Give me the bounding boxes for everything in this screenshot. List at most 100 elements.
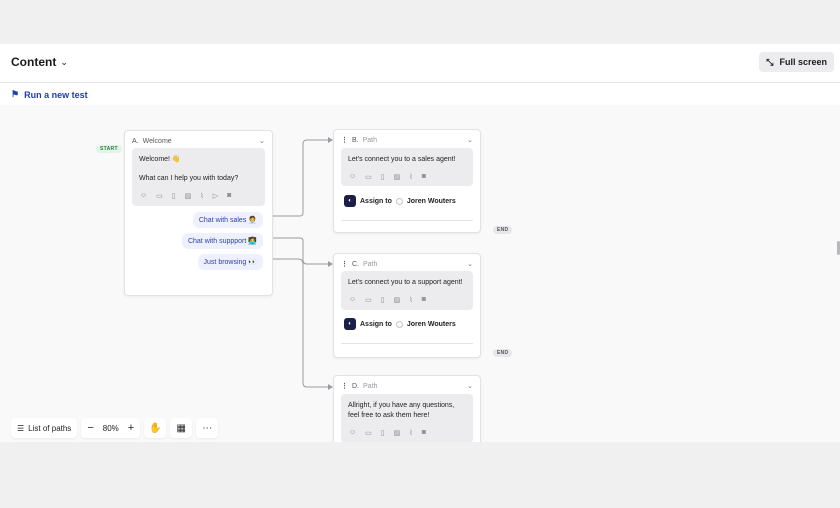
reply-chat-sales[interactable]: Chat with sales 🧑‍💼 bbox=[192, 212, 263, 228]
zoom-in-button[interactable]: + bbox=[128, 422, 134, 434]
assignee-name: Joren Wouters bbox=[406, 320, 456, 328]
assign-action-c[interactable]: ◐ Assign to Joren Wouters bbox=[344, 318, 456, 330]
path-card-d[interactable]: ⋮ D. Path ⌄ Allright, if you have any qu… bbox=[333, 375, 481, 442]
path-c-message[interactable]: Let's connect you to a support agent! bbox=[341, 271, 473, 310]
end-badge-c: END bbox=[493, 349, 513, 357]
top-strip bbox=[0, 0, 840, 44]
minimap-button[interactable]: ▦ bbox=[170, 418, 193, 438]
camera-icon[interactable]: ◙ bbox=[422, 296, 426, 304]
run-new-test-link[interactable]: ⚑ Run a new test bbox=[11, 89, 88, 100]
emoji-icon[interactable]: ☺ bbox=[349, 296, 356, 304]
more-icon: ⋯ bbox=[202, 422, 213, 434]
card-letter: C. bbox=[352, 260, 359, 268]
header: Content ⌄ ⤡ Full screen bbox=[0, 44, 840, 83]
zoom-control: − 80% + bbox=[81, 418, 141, 438]
card-name: Welcome bbox=[142, 137, 172, 145]
flag-icon: ⚑ bbox=[11, 89, 20, 99]
list-icon: ☰ bbox=[17, 423, 25, 433]
assign-label: Assign to bbox=[360, 197, 392, 205]
camera-icon[interactable]: ◙ bbox=[422, 429, 426, 437]
grid-icon: ▦ bbox=[176, 422, 186, 434]
more-options-button[interactable]: ⋯ bbox=[196, 418, 219, 438]
attachment-icon[interactable]: ⌇ bbox=[200, 192, 203, 200]
welcome-card[interactable]: A. Welcome ⌄ Welcome! 👋 What can I help … bbox=[124, 130, 273, 296]
list-of-paths-button[interactable]: ☰ List of paths bbox=[11, 418, 78, 438]
path-card-c[interactable]: ⋮ C. Path ⌄ Let's connect you to a suppo… bbox=[333, 253, 481, 358]
gif-icon[interactable]: ▭ bbox=[156, 192, 163, 200]
connector-support bbox=[272, 237, 328, 265]
card-name: Path bbox=[363, 382, 378, 390]
card-divider bbox=[341, 343, 473, 344]
avatar bbox=[395, 320, 403, 328]
connector-browsing bbox=[272, 258, 328, 388]
drag-handle-icon[interactable]: ⋮ bbox=[341, 260, 348, 268]
collapse-arrows-icon: ⤡ bbox=[766, 56, 774, 67]
emoji-icon[interactable]: ☺ bbox=[349, 173, 356, 181]
gif-icon[interactable]: ▭ bbox=[365, 429, 372, 437]
video-icon[interactable]: ▷ bbox=[213, 192, 218, 200]
emoji-icon[interactable]: ☺ bbox=[140, 192, 147, 200]
assign-app-icon: ◐ bbox=[344, 318, 356, 330]
card-letter: D. bbox=[352, 382, 359, 390]
emoji-icon[interactable]: ☺ bbox=[349, 429, 356, 437]
start-badge: START bbox=[96, 145, 122, 153]
path-card-b[interactable]: ⋮ B. Path ⌄ Let's connect you to a sales… bbox=[333, 129, 481, 233]
subbar: ⚑ Run a new test bbox=[0, 83, 840, 105]
message-line: Welcome! 👋 bbox=[139, 156, 181, 163]
pan-hand-button[interactable]: ✋ bbox=[144, 418, 167, 438]
gif-icon[interactable]: ▭ bbox=[365, 173, 372, 181]
attachment-icon[interactable]: ⌇ bbox=[409, 429, 412, 437]
assignee-name: Joren Wouters bbox=[406, 197, 456, 205]
welcome-card-header: A. Welcome ⌄ bbox=[132, 137, 265, 146]
article-icon[interactable]: ▯ bbox=[381, 173, 385, 181]
article-icon[interactable]: ▯ bbox=[172, 192, 176, 200]
flow-canvas[interactable]: START A. Welcome ⌄ Welcome! 👋 What can I… bbox=[0, 105, 840, 442]
card-name: Path bbox=[363, 260, 378, 268]
drag-handle-icon[interactable]: ⋮ bbox=[341, 382, 348, 390]
card-letter: A. bbox=[132, 137, 139, 145]
camera-icon[interactable]: ◙ bbox=[422, 173, 426, 181]
article-icon[interactable]: ▯ bbox=[381, 429, 385, 437]
content-dropdown[interactable]: Content ⌄ bbox=[11, 55, 68, 69]
message-tools: ☺ ▭ ▯ ▨ ⌇ ◙ bbox=[349, 296, 426, 304]
run-new-test-label: Run a new test bbox=[24, 89, 88, 100]
end-badge-b: END bbox=[493, 226, 513, 234]
hand-icon: ✋ bbox=[148, 422, 162, 434]
bottom-strip bbox=[0, 442, 840, 508]
chevron-down-icon[interactable]: ⌄ bbox=[467, 382, 473, 390]
image-icon[interactable]: ▨ bbox=[185, 192, 192, 200]
avatar bbox=[395, 197, 403, 205]
path-card-b-header: ⋮ B. Path ⌄ bbox=[341, 136, 473, 145]
path-card-d-header: ⋮ D. Path ⌄ bbox=[341, 382, 473, 391]
zoom-out-button[interactable]: − bbox=[87, 422, 93, 434]
message-tools: ☺ ▭ ▯ ▨ ⌇ ◙ bbox=[349, 429, 426, 437]
image-icon[interactable]: ▨ bbox=[394, 429, 401, 437]
attachment-icon[interactable]: ⌇ bbox=[409, 296, 412, 304]
chevron-down-icon[interactable]: ⌄ bbox=[259, 137, 265, 145]
drag-handle-icon[interactable]: ⋮ bbox=[341, 136, 348, 144]
message-line: What can I help you with today? bbox=[139, 174, 239, 182]
chevron-down-icon: ⌄ bbox=[60, 56, 68, 67]
message-tools: ☺ ▭ ▯ ▨ ⌇ ▷ ◙ bbox=[140, 192, 231, 200]
attachment-icon[interactable]: ⌇ bbox=[409, 173, 412, 181]
message-text: Allright, if you have any questions, fee… bbox=[348, 402, 455, 419]
reply-just-browsing[interactable]: Just browsing 👀 bbox=[197, 254, 263, 270]
list-of-paths-label: List of paths bbox=[28, 423, 72, 433]
camera-icon[interactable]: ◙ bbox=[227, 192, 231, 200]
image-icon[interactable]: ▨ bbox=[394, 296, 401, 304]
reply-chat-support[interactable]: Chat with suppport 👩‍💻 bbox=[181, 233, 263, 249]
page-title: Content bbox=[11, 55, 57, 69]
chevron-down-icon[interactable]: ⌄ bbox=[467, 136, 473, 144]
image-icon[interactable]: ▨ bbox=[394, 173, 401, 181]
full-screen-label: Full screen bbox=[779, 57, 827, 67]
path-card-c-header: ⋮ C. Path ⌄ bbox=[341, 260, 473, 269]
message-tools: ☺ ▭ ▯ ▨ ⌇ ◙ bbox=[349, 173, 426, 181]
assign-app-icon: ◐ bbox=[344, 195, 356, 207]
canvas-toolbar: ☰ List of paths − 80% + ✋ ▦ ⋯ bbox=[11, 417, 219, 439]
full-screen-button[interactable]: ⤡ Full screen bbox=[759, 52, 834, 72]
assign-action-b[interactable]: ◐ Assign to Joren Wouters bbox=[344, 195, 456, 207]
gif-icon[interactable]: ▭ bbox=[365, 296, 372, 304]
article-icon[interactable]: ▯ bbox=[381, 296, 385, 304]
chevron-down-icon[interactable]: ⌄ bbox=[467, 260, 473, 268]
card-divider bbox=[341, 220, 473, 221]
